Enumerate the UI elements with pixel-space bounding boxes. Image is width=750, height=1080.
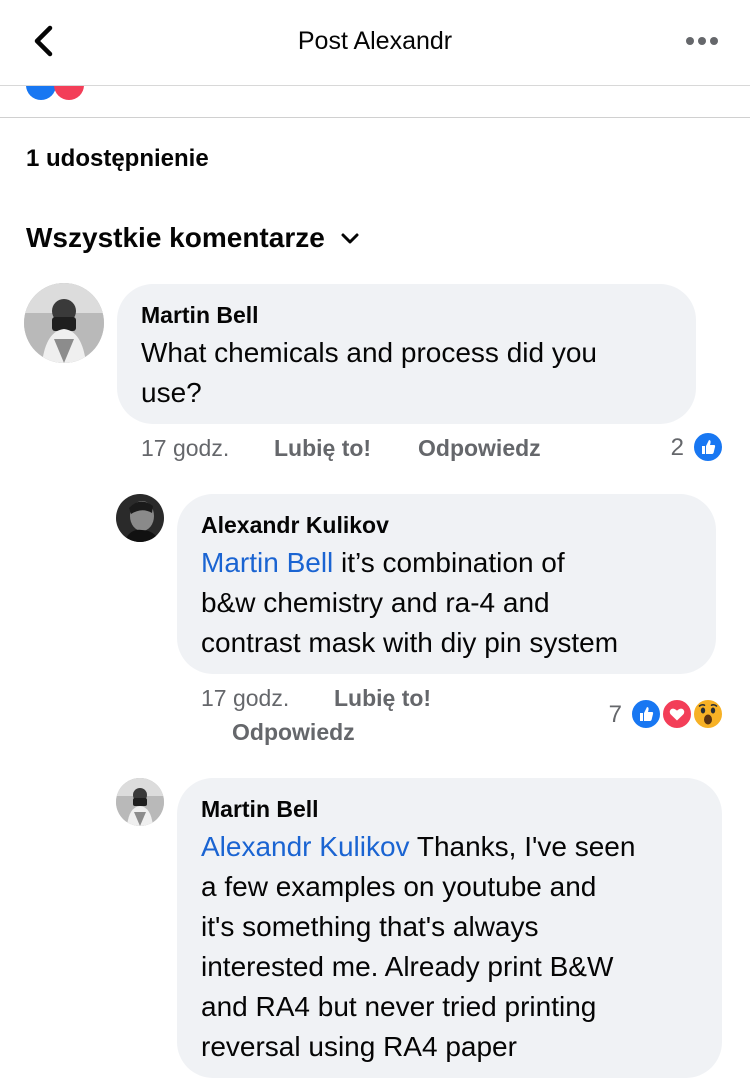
love-reaction-icon	[661, 698, 693, 730]
comment-text-part: it’s combination of	[333, 547, 565, 578]
comment-text-line: interested me. Already print B&W	[201, 951, 614, 982]
shares-count[interactable]: 1 udostępnienie	[26, 143, 209, 175]
like-comment-button[interactable]: Lubię to!	[274, 433, 371, 463]
comment-author[interactable]: Martin Bell	[141, 301, 259, 329]
reaction-count[interactable]: 7	[586, 700, 622, 730]
chevron-down-icon	[341, 233, 359, 244]
comment-author[interactable]: Martin Bell	[201, 795, 319, 823]
like-reaction-icon	[692, 431, 724, 463]
mention-link[interactable]: Alexandr Kulikov	[201, 831, 410, 862]
comment-text-line: Martin Bell it’s combination of	[201, 543, 565, 583]
like-reaction-icon	[26, 86, 56, 100]
more-options-button[interactable]	[684, 30, 724, 52]
reaction-count[interactable]: 2	[648, 433, 684, 463]
reply-button[interactable]: Odpowiedz	[418, 433, 541, 463]
reaction-summary-peek	[0, 86, 750, 118]
reply-button[interactable]: Odpowiedz	[232, 717, 355, 747]
comment-text-part: Thanks, I've seen	[409, 831, 636, 862]
comment-author[interactable]: Alexandr Kulikov	[201, 511, 389, 539]
comment-text-line: Alexandr Kulikov Thanks, I've seen	[201, 827, 635, 867]
avatar[interactable]	[116, 494, 164, 542]
comment-text-line: it's something that's always	[201, 911, 539, 942]
comment-text-line: a few examples on youtube and	[201, 871, 597, 902]
comment-filter-dropdown[interactable]: Wszystkie komentarze	[26, 220, 361, 256]
love-reaction-icon	[54, 86, 84, 100]
comment-text-line: and RA4 but never tried printing	[201, 991, 597, 1022]
like-reaction-icon	[630, 698, 662, 730]
comment-text-line: contrast mask with diy pin system	[201, 627, 619, 658]
avatar[interactable]	[116, 778, 164, 826]
comment-bubble: Martin Bell What chemicals and process d…	[117, 284, 696, 424]
more-horizontal-icon	[686, 37, 718, 45]
reply-bubble: Martin Bell Alexandr Kulikov Thanks, I'v…	[177, 778, 722, 1078]
comment-text-line: b&w chemistry and ra-4 and	[201, 587, 550, 618]
comment-text-line: use?	[141, 377, 202, 408]
top-bar: Post Alexandr	[0, 0, 750, 86]
wow-reaction-icon	[692, 698, 724, 730]
reply-bubble: Alexandr Kulikov Martin Bell it’s combin…	[177, 494, 716, 674]
like-comment-button[interactable]: Lubię to!	[334, 683, 431, 713]
comment-timestamp: 17 godz.	[141, 435, 230, 461]
comment-text-line: reversal using RA4 paper	[201, 1031, 517, 1062]
comment-timestamp: 17 godz.	[201, 685, 290, 711]
comment-text-line: What chemicals and process did you	[141, 337, 597, 368]
filter-label: Wszystkie komentarze	[26, 222, 325, 253]
page-title: Post Alexandr	[297, 27, 453, 55]
mention-link[interactable]: Martin Bell	[201, 547, 333, 578]
avatar[interactable]	[24, 283, 104, 363]
